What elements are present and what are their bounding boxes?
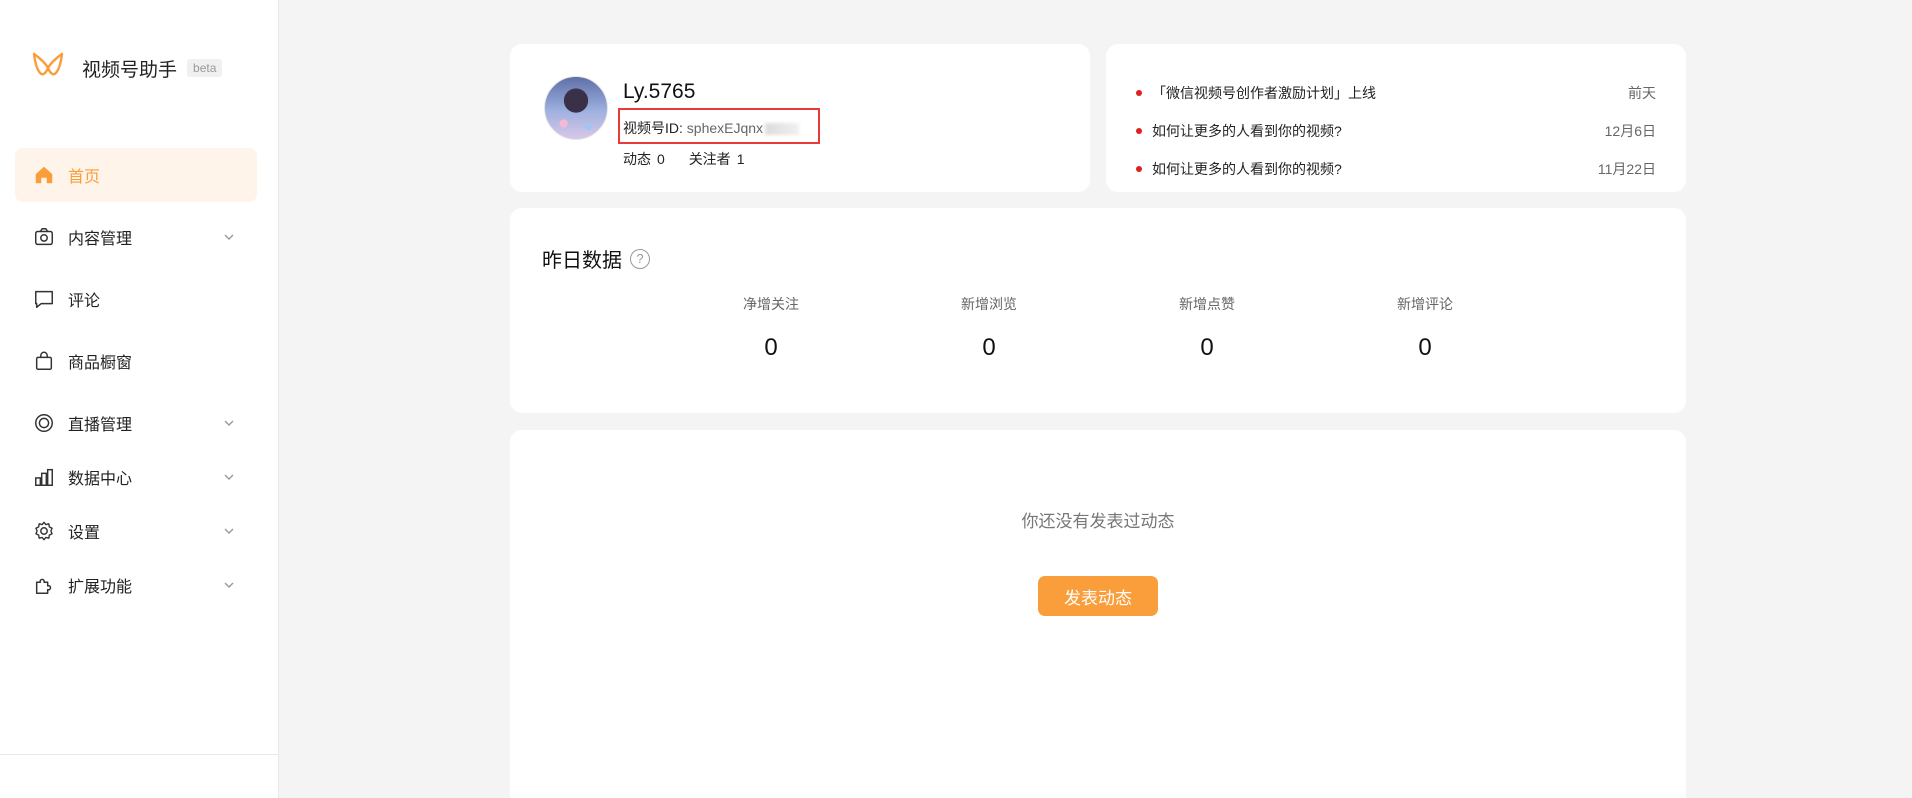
sidebar-item-comments[interactable]: 评论 bbox=[15, 272, 257, 326]
sidebar-divider bbox=[0, 754, 279, 755]
comment-icon bbox=[32, 287, 56, 311]
posts-count: 0 bbox=[657, 151, 665, 167]
sidebar-item-data[interactable]: 数据中心 bbox=[15, 450, 257, 504]
stat-label: 新增浏览 bbox=[961, 296, 1017, 312]
chevron-down-icon bbox=[224, 420, 234, 426]
announcement-title: 如何让更多的人看到你的视频? bbox=[1152, 161, 1342, 177]
sidebar-item-live[interactable]: 直播管理 bbox=[15, 396, 257, 450]
sidebar-item-label: 设置 bbox=[68, 525, 101, 542]
stat-new-likes: 新增点赞 0 bbox=[1137, 294, 1277, 362]
followers-label: 关注者 bbox=[688, 151, 731, 167]
followers-count: 1 bbox=[736, 151, 745, 167]
announcement-date: 11月22日 bbox=[1597, 161, 1656, 177]
sidebar: 视频号助手 beta 首页 内容管理 评论 商品橱窗 直播管理 数据中心 设置 … bbox=[0, 0, 279, 798]
home-icon bbox=[32, 163, 56, 187]
stat-new-comments: 新增评论 0 bbox=[1355, 294, 1495, 362]
profile-id-value: sphexEJqnx bbox=[686, 120, 764, 136]
stat-value: 0 bbox=[982, 334, 996, 361]
profile-counts: 动态 0 关注者 1 bbox=[623, 149, 764, 169]
sidebar-item-shop[interactable]: 商品橱窗 bbox=[15, 334, 257, 388]
chevron-down-icon bbox=[224, 474, 234, 480]
live-icon bbox=[32, 411, 56, 435]
stat-new-views: 新增浏览 0 bbox=[919, 294, 1059, 362]
stats-title-text: 昨日数据 bbox=[542, 250, 622, 272]
stat-net-follows: 净增关注 0 bbox=[701, 294, 841, 362]
chart-icon bbox=[32, 465, 56, 489]
puzzle-icon bbox=[32, 573, 56, 597]
bullet-dot-icon bbox=[1136, 128, 1142, 134]
sidebar-item-label: 直播管理 bbox=[68, 417, 133, 434]
stat-value: 0 bbox=[1418, 334, 1432, 361]
announcement-item[interactable]: 如何让更多的人看到你的视频? 12月6日 bbox=[1136, 112, 1656, 150]
chevron-down-icon bbox=[224, 528, 234, 534]
app-title: 视频号助手 bbox=[82, 59, 178, 81]
chevron-down-icon bbox=[224, 582, 234, 588]
sidebar-item-label: 首页 bbox=[68, 169, 101, 186]
announcement-title: 「微信视频号创作者激励计划」上线 bbox=[1152, 85, 1376, 101]
feed-card: 你还没有发表过动态 发表动态 bbox=[510, 430, 1686, 798]
stat-value: 0 bbox=[764, 334, 778, 361]
sidebar-item-content[interactable]: 内容管理 bbox=[15, 210, 257, 264]
bullet-dot-icon bbox=[1136, 90, 1142, 96]
stat-value: 0 bbox=[1200, 334, 1214, 361]
announcement-item[interactable]: 如何让更多的人看到你的视频? 11月22日 bbox=[1136, 150, 1656, 188]
announcement-title: 如何让更多的人看到你的视频? bbox=[1152, 123, 1342, 139]
sidebar-item-label: 评论 bbox=[68, 293, 101, 310]
sidebar-item-label: 数据中心 bbox=[68, 471, 133, 488]
brand-logo-icon bbox=[32, 52, 64, 76]
posts-label: 动态 bbox=[623, 151, 651, 167]
app-logo[interactable]: 视频号助手 beta bbox=[30, 48, 223, 88]
sidebar-item-settings[interactable]: 设置 bbox=[15, 504, 257, 558]
empty-state-text: 你还没有发表过动态 bbox=[1021, 512, 1175, 531]
stat-label: 净增关注 bbox=[743, 296, 799, 312]
beta-badge: beta bbox=[187, 59, 223, 77]
stat-label: 新增点赞 bbox=[1179, 296, 1235, 312]
profile-card: Ly.5765 视频号ID: sphexEJqnx 动态 0 关注者 1 bbox=[510, 44, 1090, 192]
profile-id-label: 视频号ID: bbox=[623, 120, 687, 136]
gear-icon bbox=[32, 519, 56, 543]
profile-id: 视频号ID: sphexEJqnx bbox=[623, 118, 800, 138]
stats-title: 昨日数据 ? bbox=[542, 244, 650, 273]
announcement-list: 「微信视频号创作者激励计划」上线 前天 如何让更多的人看到你的视频? 12月6日… bbox=[1136, 74, 1656, 188]
redacted-blur bbox=[765, 123, 800, 136]
sidebar-item-home[interactable]: 首页 bbox=[15, 148, 257, 202]
shopping-bag-icon bbox=[32, 349, 56, 373]
bullet-dot-icon bbox=[1136, 166, 1142, 172]
sidebar-item-extensions[interactable]: 扩展功能 bbox=[15, 558, 257, 612]
stat-label: 新增评论 bbox=[1397, 296, 1453, 312]
avatar[interactable] bbox=[544, 76, 608, 140]
yesterday-stats-card: 昨日数据 ? 净增关注 0 新增浏览 0 新增点赞 0 新增评论 0 bbox=[510, 208, 1686, 413]
profile-nickname: Ly.5765 bbox=[623, 80, 696, 103]
sidebar-item-label: 扩展功能 bbox=[68, 579, 133, 596]
announcement-date: 前天 bbox=[1628, 85, 1656, 101]
announcements-card: 「微信视频号创作者激励计划」上线 前天 如何让更多的人看到你的视频? 12月6日… bbox=[1106, 44, 1686, 192]
help-icon[interactable]: ? bbox=[630, 248, 650, 269]
sidebar-item-label: 商品橱窗 bbox=[68, 355, 133, 372]
camera-icon bbox=[32, 225, 56, 249]
announcement-item[interactable]: 「微信视频号创作者激励计划」上线 前天 bbox=[1136, 74, 1656, 112]
publish-post-button[interactable]: 发表动态 bbox=[1038, 576, 1158, 616]
announcement-date: 12月6日 bbox=[1604, 123, 1656, 139]
sidebar-item-label: 内容管理 bbox=[68, 231, 133, 248]
chevron-down-icon bbox=[224, 234, 234, 240]
